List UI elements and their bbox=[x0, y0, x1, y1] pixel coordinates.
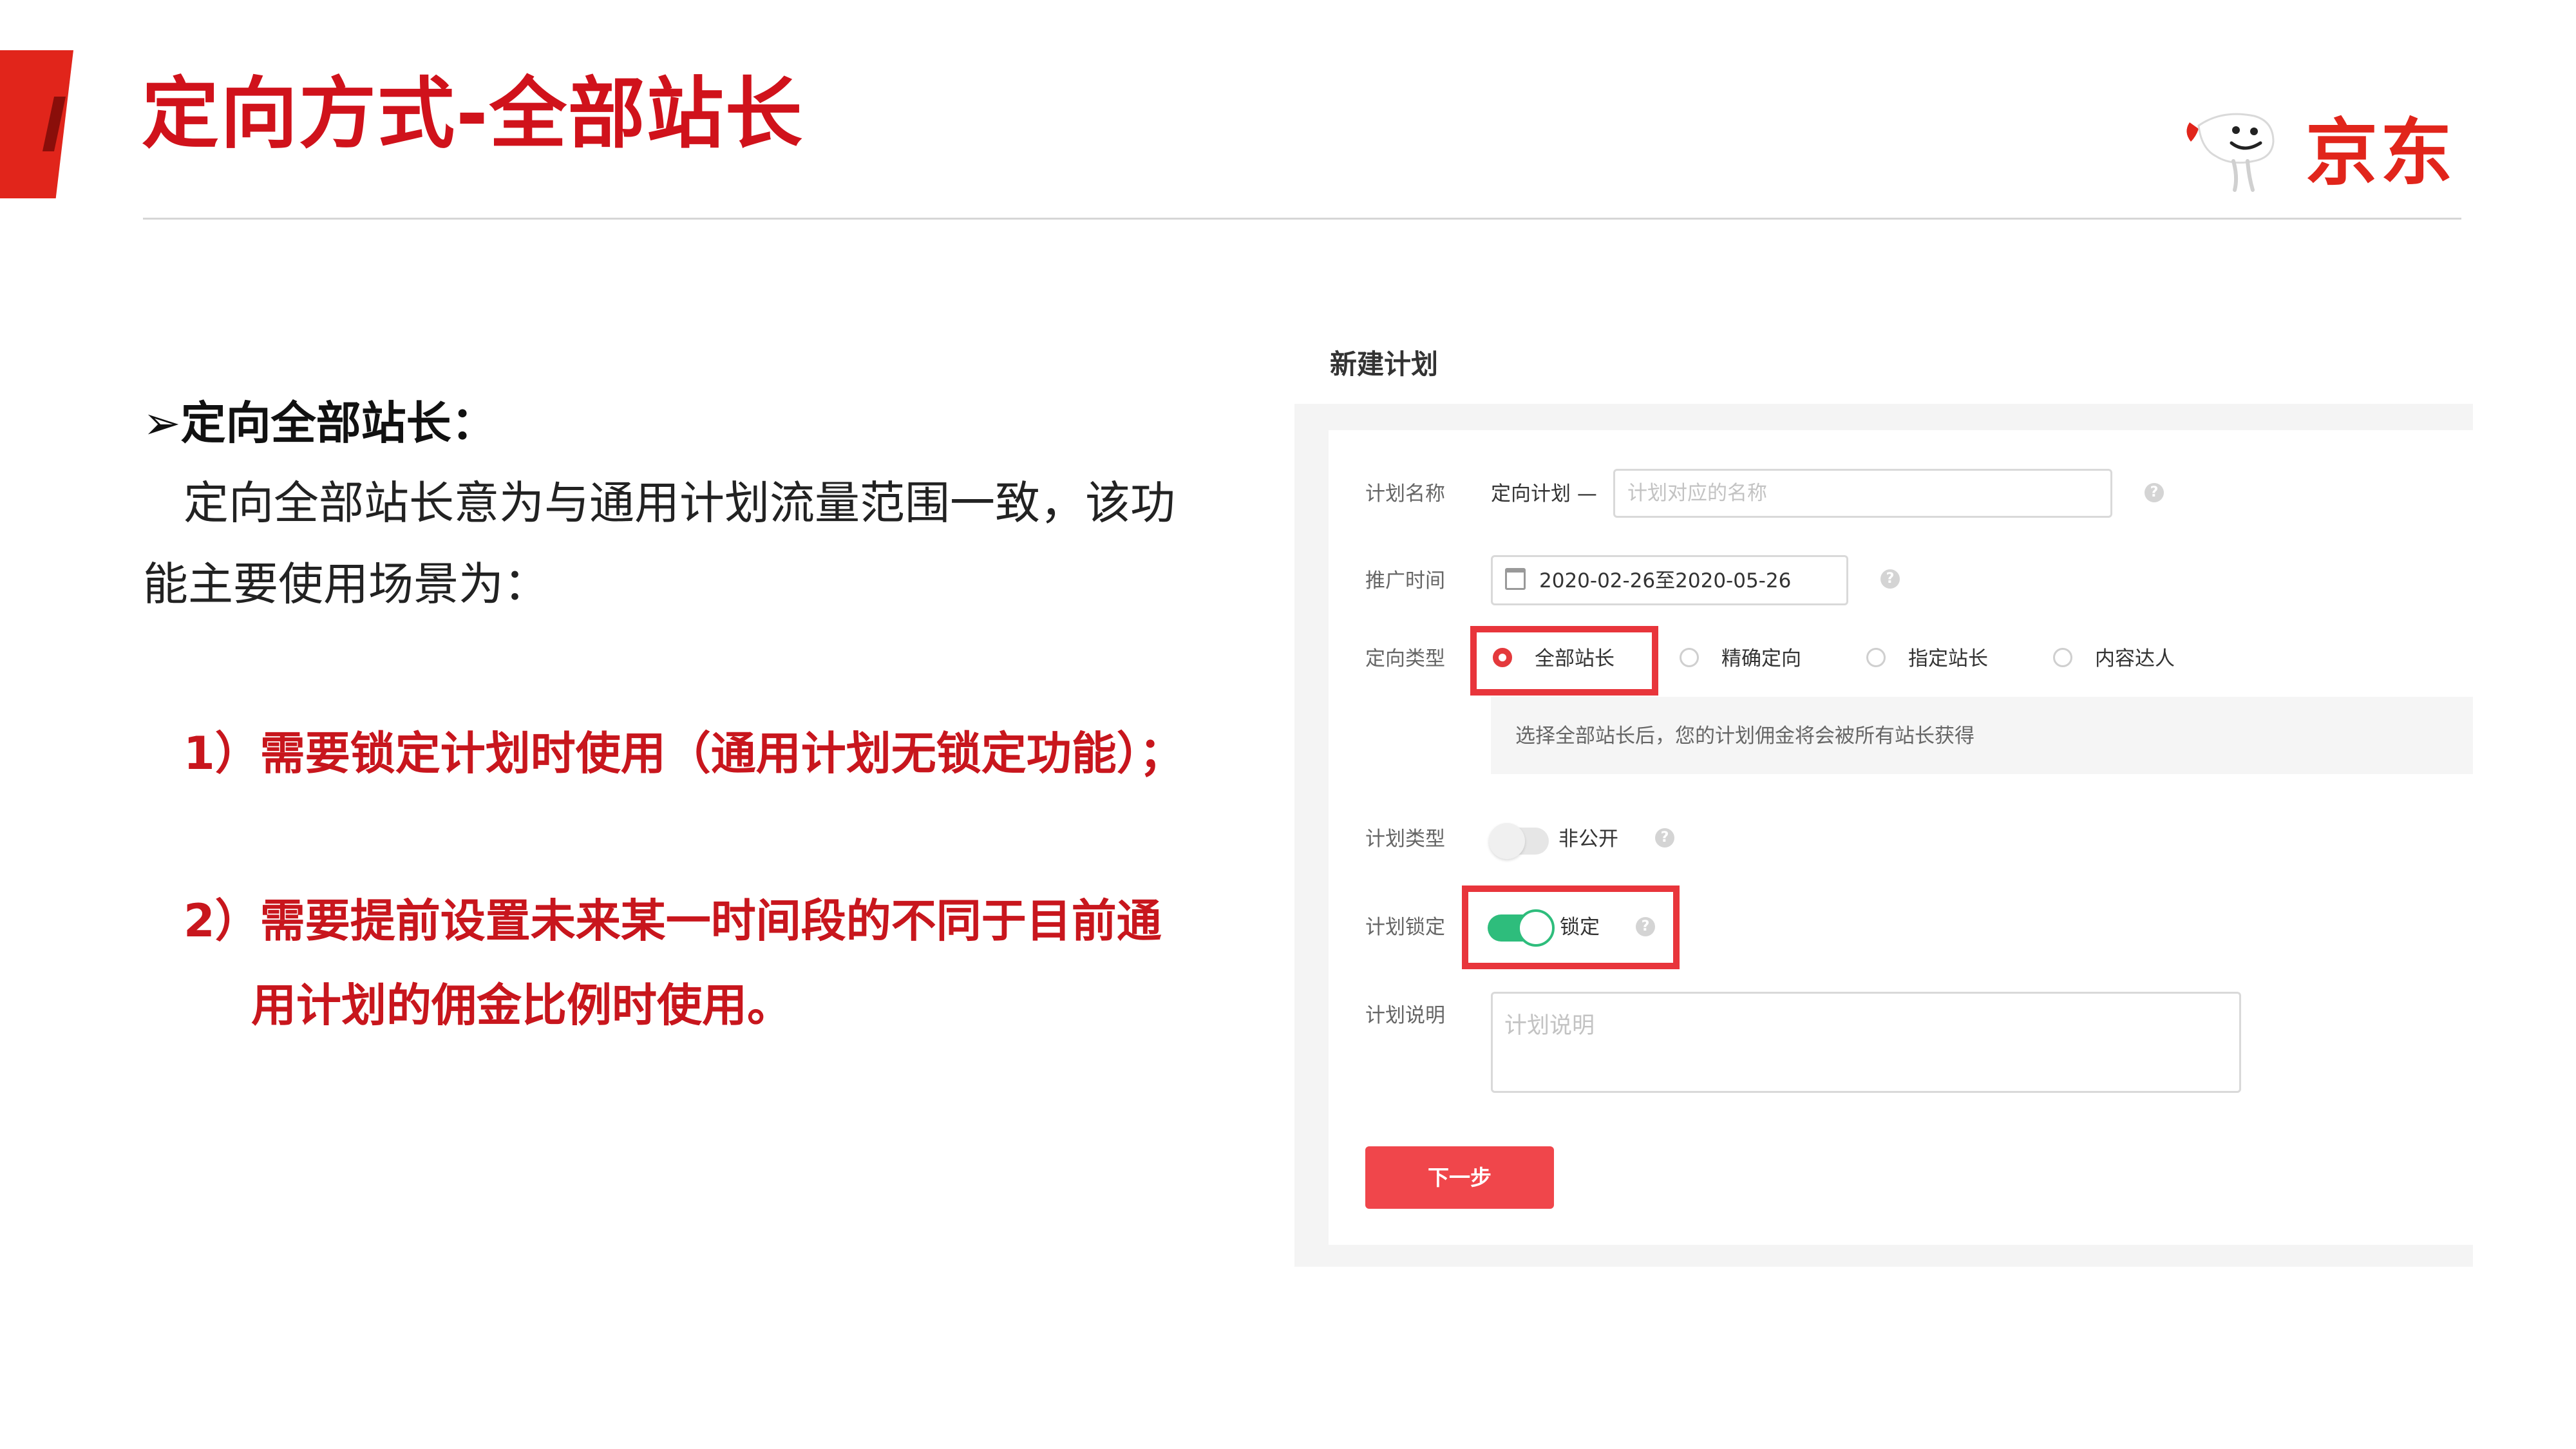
radio-specified-publishers-label[interactable]: 指定站长 bbox=[1908, 649, 1988, 669]
section-heading: ➢定向全部站长： bbox=[143, 397, 497, 450]
promo-time-label: 推广时间 bbox=[1365, 569, 1445, 592]
radio-content-creators-label[interactable]: 内容达人 bbox=[2095, 649, 2175, 669]
form-title: 新建计划 bbox=[1330, 348, 1439, 380]
radio-all-publishers[interactable] bbox=[1493, 648, 1512, 667]
radio-specified-publishers[interactable] bbox=[1866, 648, 1886, 667]
plan-name-placeholder: 计划对应的名称 bbox=[1627, 482, 1767, 505]
intro-text-line-1: 定向全部站长意为与通用计划流量范围一致，该功 bbox=[184, 477, 1175, 529]
radio-precise-targeting[interactable] bbox=[1680, 648, 1699, 667]
plan-lock-value: 锁定 bbox=[1560, 916, 1600, 939]
page-title: 定向方式-全部站长 bbox=[142, 70, 804, 159]
plan-type-value: 非公开 bbox=[1558, 828, 1618, 851]
help-icon[interactable]: ? bbox=[1655, 828, 1674, 848]
intro-text-line-2: 能主要使用场景为： bbox=[143, 558, 549, 611]
use-case-2-line-2: 用计划的佣金比例时使用。 bbox=[251, 979, 792, 1032]
help-icon[interactable]: ? bbox=[2145, 483, 2164, 502]
header-accent-bar bbox=[0, 50, 73, 198]
help-icon[interactable]: ? bbox=[1880, 569, 1900, 589]
plan-desc-placeholder: 计划说明 bbox=[1504, 1013, 1595, 1039]
title-divider bbox=[143, 218, 2461, 220]
plan-name-label: 计划名称 bbox=[1365, 482, 1445, 506]
calendar-icon bbox=[1505, 568, 1526, 590]
help-icon[interactable]: ? bbox=[1636, 917, 1655, 936]
next-step-button[interactable]: 下一步 bbox=[1365, 1146, 1554, 1209]
plan-name-prefix: 定向计划 — bbox=[1491, 482, 1597, 506]
promo-time-value: 2020-02-26至2020-05-26 bbox=[1539, 569, 1792, 592]
plan-lock-toggle-knob[interactable] bbox=[1517, 909, 1555, 947]
radio-all-publishers-label[interactable]: 全部站长 bbox=[1535, 649, 1615, 669]
plan-type-label: 计划类型 bbox=[1365, 828, 1445, 851]
use-case-2-line-1: 2）需要提前设置未来某一时间段的不同于目前通 bbox=[184, 895, 1162, 947]
plan-desc-textarea[interactable] bbox=[1491, 992, 2241, 1093]
radio-precise-targeting-label[interactable]: 精确定向 bbox=[1721, 649, 1801, 669]
plan-lock-label: 计划锁定 bbox=[1365, 916, 1445, 939]
jd-logo-text: 京东 bbox=[2306, 111, 2455, 195]
use-case-1: 1）需要锁定计划时使用（通用计划无锁定功能）； bbox=[184, 727, 1184, 780]
target-notice-text: 选择全部站长后，您的计划佣金将会被所有站长获得 bbox=[1515, 724, 1975, 748]
target-type-label: 定向类型 bbox=[1365, 647, 1445, 670]
plan-type-toggle-knob[interactable] bbox=[1489, 823, 1525, 859]
radio-content-creators[interactable] bbox=[2053, 648, 2072, 667]
plan-desc-label: 计划说明 bbox=[1365, 1004, 1445, 1027]
